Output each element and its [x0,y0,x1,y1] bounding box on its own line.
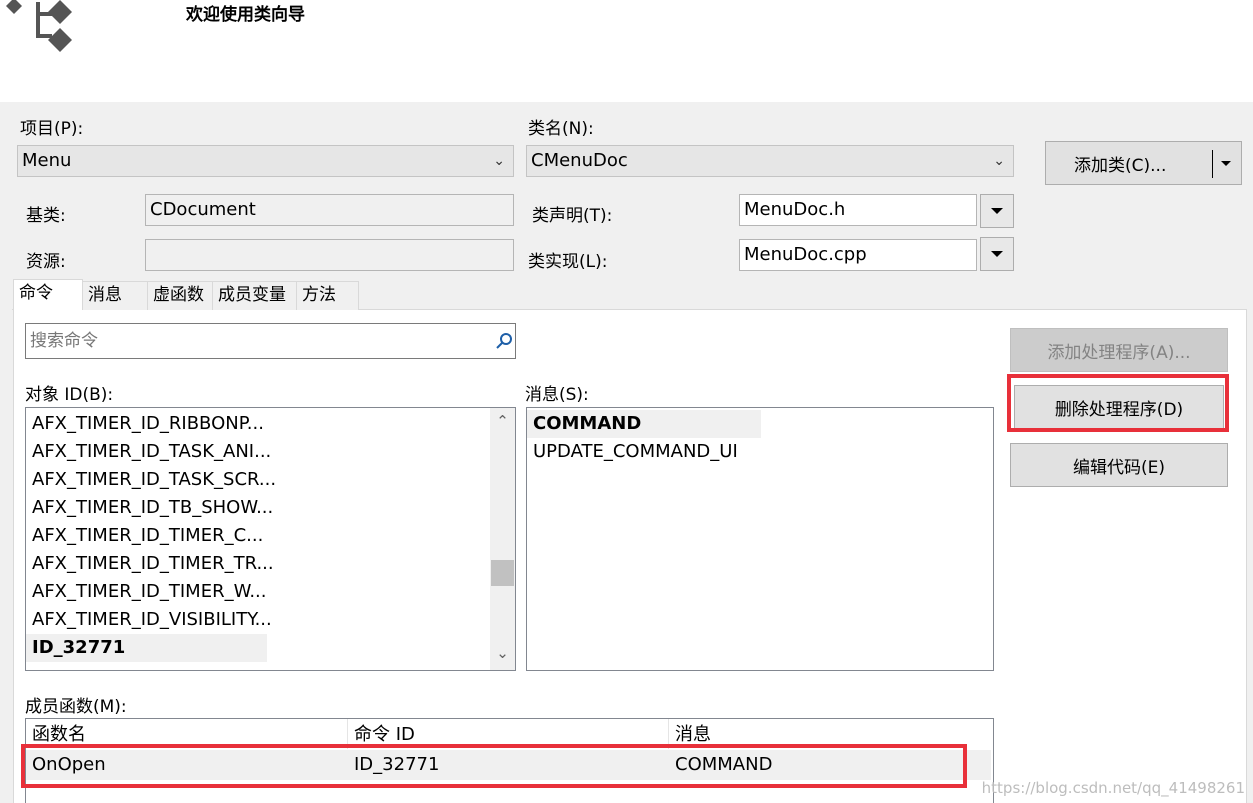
triangle-down-icon [991,251,1003,257]
tab-commands[interactable]: 命令 [13,279,83,310]
scroll-down-icon[interactable]: ⌄ [490,644,515,662]
list-item-selected[interactable]: ID_32771 [32,634,125,662]
project-label: 项目(P): [20,119,84,139]
project-value: Menu [22,150,72,171]
list-item[interactable]: AFX_TIMER_ID_TASK_SCR... [32,466,276,494]
object-id-scrollbar[interactable]: ⌃ ⌄ [490,408,515,670]
list-item[interactable]: AFX_TIMER_ID_TB_SHOW... [32,494,273,522]
list-item[interactable]: AFX_TIMER_ID_TIMER_W... [32,578,267,606]
classname-label: 类名(N): [528,119,594,139]
list-item[interactable]: AFX_TIMER_ID_TIMER_TR... [32,550,274,578]
list-item[interactable]: AFX_TIMER_ID_TASK_ANI... [32,438,271,466]
delete-handler-highlight [1007,374,1229,432]
class-decl-field[interactable]: MenuDoc.h [739,194,977,226]
tab-methods[interactable]: 方法 [296,281,359,310]
add-handler-button[interactable]: 添加处理程序(A)... [1010,328,1228,372]
object-id-label: 对象 ID(B): [25,385,114,405]
edit-code-button[interactable]: 编辑代码(E) [1010,443,1228,487]
search-icon [496,333,512,349]
list-item-selected[interactable]: COMMAND [533,410,641,438]
class-decl-label: 类声明(T): [532,206,613,226]
wizard-title: 欢迎使用类向导 [186,5,305,25]
project-combo[interactable]: Menu ⌄ [17,145,514,177]
list-item[interactable]: UPDATE_COMMAND_UI [533,438,738,466]
search-placeholder: 搜索命令 [30,331,98,351]
base-class-label: 基类: [26,206,66,226]
object-id-list[interactable]: AFX_TIMER_ID_RIBBONP... AFX_TIMER_ID_TAS… [25,407,516,671]
class-decl-dropdown-button[interactable] [980,194,1014,228]
scroll-up-icon[interactable]: ⌃ [490,412,515,430]
list-item[interactable]: AFX_TIMER_ID_TIMER_C... [32,522,263,550]
dropdown-arrow-icon[interactable] [1221,161,1231,166]
split-divider [1212,150,1213,178]
add-class-label: 添加类(C)... [1074,155,1167,176]
add-class-button[interactable]: 添加类(C)... [1045,141,1242,185]
chevron-down-icon: ⌄ [993,153,1005,169]
wizard-header: 欢迎使用类向导 [0,0,1253,102]
scroll-thumb[interactable] [491,560,514,586]
classname-combo[interactable]: CMenuDoc ⌄ [526,145,1014,177]
tab-member-variables[interactable]: 成员变量 [212,281,297,310]
messages-list[interactable]: COMMAND UPDATE_COMMAND_UI [526,407,994,671]
class-hierarchy-icon [6,0,72,52]
list-item[interactable]: AFX_TIMER_ID_RIBBONP... [32,410,264,438]
tab-virtual-functions[interactable]: 虚函数 [147,281,213,310]
chevron-down-icon: ⌄ [493,153,505,169]
messages-label: 消息(S): [525,385,589,405]
search-input[interactable]: 搜索命令 [25,323,516,359]
list-item[interactable]: AFX_TIMER_ID_VISIBILITY... [32,606,272,634]
class-impl-dropdown-button[interactable] [980,237,1014,271]
triangle-down-icon [991,208,1003,214]
member-row-highlight [21,744,967,788]
base-class-field: CDocument [145,194,514,226]
resource-label: 资源: [26,252,66,272]
class-impl-label: 类实现(L): [528,252,608,272]
watermark: https://blog.csdn.net/qq_41498261 [981,779,1245,797]
class-impl-field[interactable]: MenuDoc.cpp [739,239,977,271]
resource-field [145,239,514,271]
member-functions-label: 成员函数(M): [25,697,127,717]
tab-messages[interactable]: 消息 [82,281,148,310]
classname-value: CMenuDoc [531,150,628,171]
